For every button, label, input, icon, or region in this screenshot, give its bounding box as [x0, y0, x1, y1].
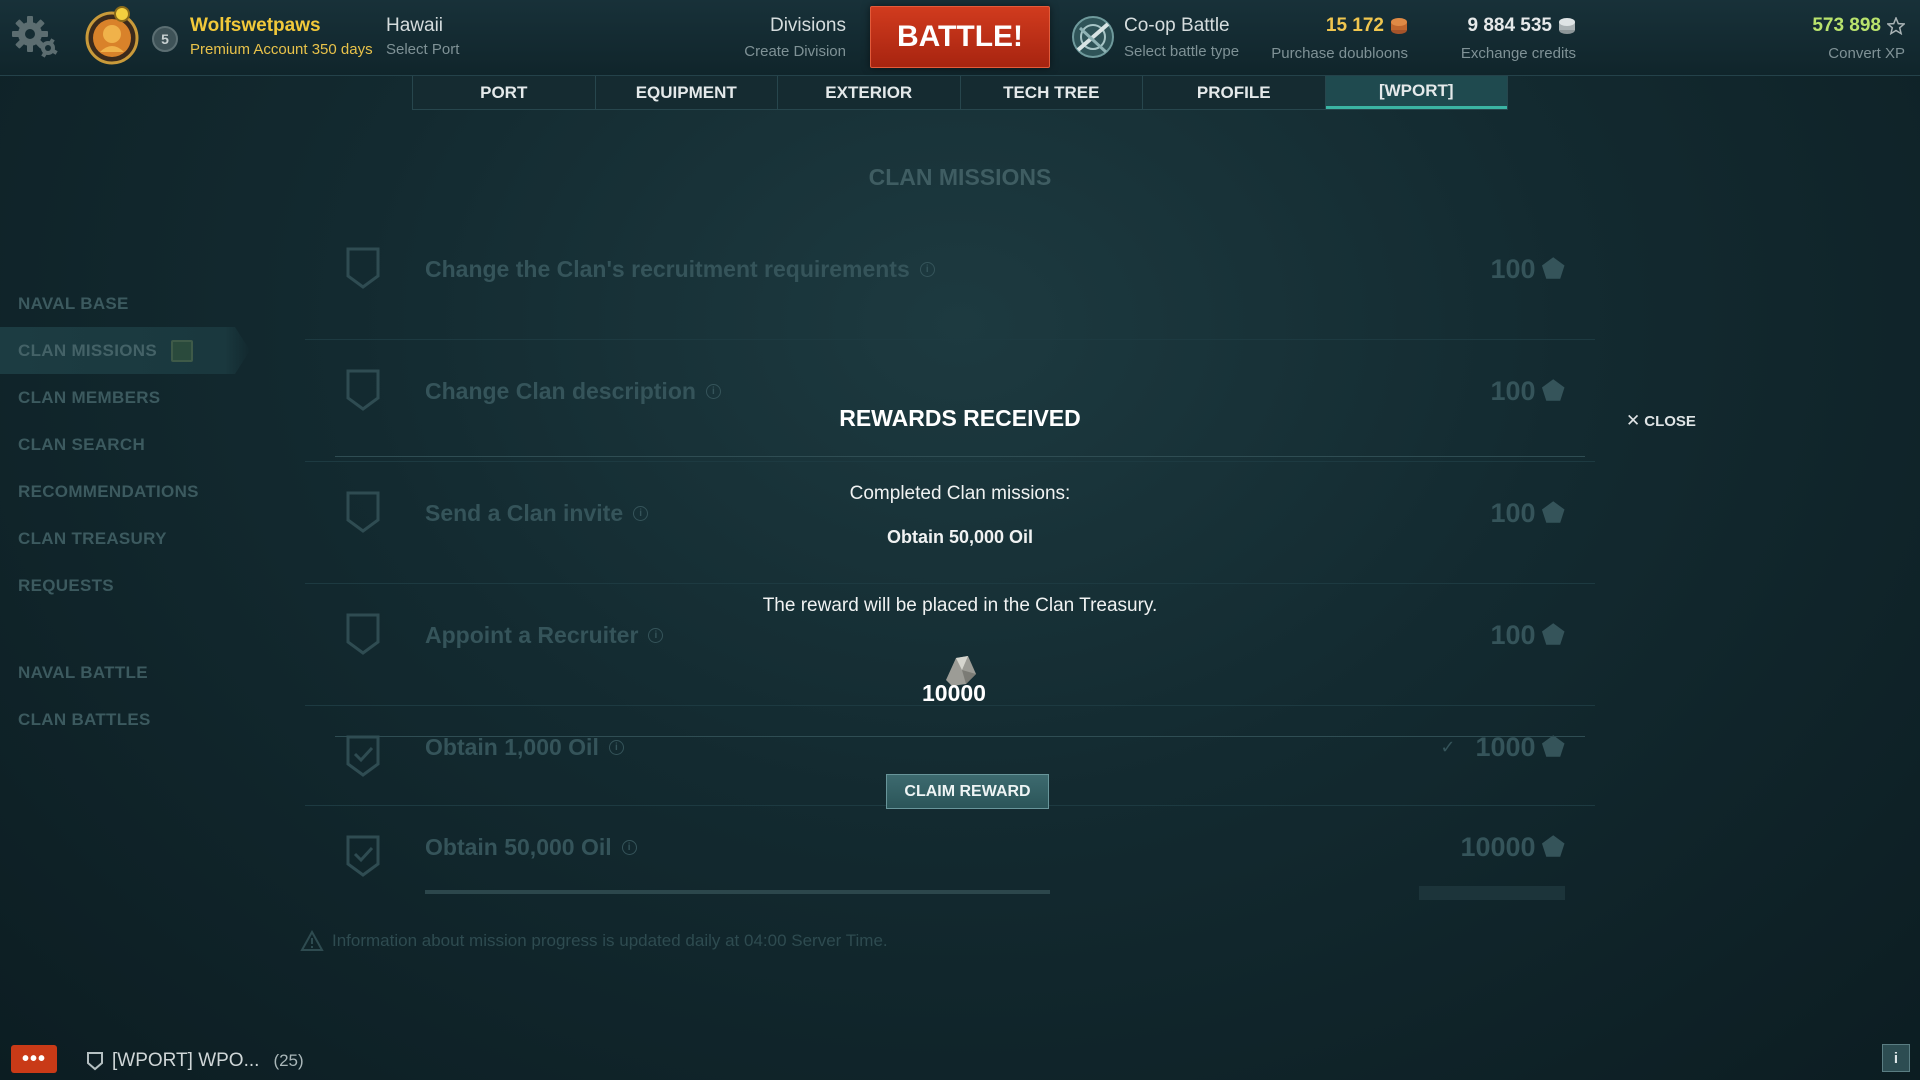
star-icon [1887, 17, 1905, 35]
reward-amount: 10000 [922, 680, 986, 706]
credits-value: 9 884 535 [1467, 15, 1552, 36]
claim-reward-button[interactable]: CLAIM REWARD [886, 774, 1049, 809]
avatar[interactable] [84, 4, 140, 66]
free-xp-label: Convert XP [1828, 45, 1905, 62]
mission-title: Change the Clan's recruitment requiremen… [425, 256, 910, 282]
divisions-button[interactable]: Divisions Create Division [744, 15, 846, 60]
top-bar: 5 Wolfswetpaws Premium Account 350 days … [0, 0, 1920, 76]
completed-mission-name: Obtain 50,000 Oil [886, 527, 1034, 547]
free-xp-balance[interactable]: 573 898 Convert XP [1812, 15, 1905, 62]
sidebar-item-label: CLAN MISSIONS [18, 340, 157, 360]
sidebar-item-label: NAVAL BATTLE [18, 662, 148, 682]
oil-icon: ⬟ [1541, 620, 1565, 650]
credits-icon [1559, 18, 1575, 34]
list-item: Send a Clan invite i 100 ⬟ [305, 462, 1595, 584]
clan-shield-icon [87, 1052, 103, 1071]
doubloons-value: 15 172 [1325, 15, 1384, 36]
tab-exterior[interactable]: EXTERIOR [778, 76, 961, 109]
list-item: Change the Clan's recruitment requiremen… [305, 218, 1595, 340]
sidebar-item-label: REQUESTS [18, 575, 114, 595]
mission-reward: 100 [1490, 254, 1536, 284]
tab-tech-tree[interactable]: TECH TREE [961, 76, 1143, 109]
shield-check-icon [346, 835, 380, 877]
close-button[interactable]: ✕ CLOSE [1626, 411, 1696, 431]
info-icon[interactable]: i [633, 506, 649, 521]
list-item: Obtain 50,000 Oil i 10000 ⬟ [305, 806, 1595, 906]
user-name[interactable]: Wolfswetpaws [190, 15, 321, 37]
clan-sidebar: NAVAL BASE CLAN MISSIONS CLAN MEMBERS CL… [0, 280, 250, 743]
tab-equipment[interactable]: EQUIPMENT [596, 76, 778, 109]
port-selector[interactable]: Hawaii [386, 15, 443, 37]
sidebar-item-label: CLAN SEARCH [18, 434, 146, 454]
mission-reward: 100 [1490, 376, 1536, 406]
progress-update-note: Information about mission progress is up… [300, 930, 888, 952]
main-tabs: PORT EQUIPMENT EXTERIOR TECH TREE PROFIL… [412, 76, 1508, 110]
chat-button[interactable]: ••• [11, 1045, 57, 1073]
completed-missions-label: Completed Clan missions: [849, 483, 1071, 504]
close-icon: ✕ [1626, 411, 1641, 430]
gear-icon[interactable] [10, 14, 62, 60]
shield-icon [346, 247, 380, 289]
clan-chat-count: (25) [273, 1051, 304, 1070]
tab-port[interactable]: PORT [413, 76, 596, 109]
battle-type-selector[interactable]: Co-op Battle Select battle type [1124, 15, 1239, 60]
info-icon[interactable]: i [648, 628, 664, 643]
tab-profile[interactable]: PROFILE [1143, 76, 1326, 109]
tab-clan[interactable]: [WPORT] [1325, 76, 1507, 109]
mission-title: Obtain 50,000 Oil [425, 834, 612, 860]
credits-balance[interactable]: 9 884 535 Exchange credits [1461, 15, 1576, 62]
battle-button[interactable]: BATTLE! [870, 6, 1050, 68]
sidebar-item-naval-base[interactable]: NAVAL BASE [0, 280, 250, 327]
sidebar-item-naval-battle[interactable]: NAVAL BATTLE [0, 649, 250, 696]
clan-chat-name: [WPORT] WPO... [112, 1050, 260, 1071]
divisions-sub: Create Division [744, 43, 846, 60]
shield-check-icon [346, 735, 380, 777]
coop-battle-icon[interactable] [1070, 14, 1116, 60]
warning-icon [300, 930, 324, 951]
footer-note-text: Information about mission progress is up… [332, 931, 888, 950]
mission-title: Change Clan description [425, 378, 696, 404]
treasury-note: The reward will be placed in the Clan Tr… [762, 595, 1158, 616]
oil-icon: ⬟ [1541, 832, 1565, 862]
rank-badge: 5 [152, 26, 178, 52]
premium-status[interactable]: Premium Account 350 days [190, 41, 373, 58]
divisions-title: Divisions [769, 15, 846, 36]
info-button[interactable]: i [1882, 1044, 1910, 1072]
mission-title: Obtain 1,000 Oil [425, 734, 599, 760]
clan-chat-channel[interactable]: [WPORT] WPO... (25) [86, 1050, 304, 1072]
oil-icon: ⬟ [1541, 376, 1565, 406]
mission-complete-badge [170, 339, 193, 362]
dialog-top-divider [335, 456, 1585, 457]
battle-type-title: Co-op Battle [1124, 15, 1230, 36]
page-title: CLAN MISSIONS [868, 164, 1052, 190]
sidebar-item-label: CLAN BATTLES [18, 709, 151, 729]
close-label: CLOSE [1644, 412, 1696, 430]
mission-reward: 100 [1490, 620, 1536, 650]
checkmark-icon: ✓ [1440, 737, 1456, 757]
doubloon-icon [1391, 18, 1407, 34]
sidebar-item-clan-missions[interactable]: CLAN MISSIONS [0, 327, 250, 374]
info-icon[interactable]: i [919, 262, 935, 277]
free-xp-value: 573 898 [1812, 15, 1881, 36]
sidebar-item-clan-battles[interactable]: CLAN BATTLES [0, 696, 250, 743]
port-selector-sub[interactable]: Select Port [386, 41, 459, 58]
info-icon[interactable]: i [608, 740, 624, 755]
sidebar-item-label: NAVAL BASE [18, 293, 129, 313]
mission-title: Appoint a Recruiter [425, 622, 639, 648]
dialog-bottom-divider [335, 736, 1585, 737]
oil-icon: ⬟ [1541, 254, 1565, 284]
info-icon[interactable]: i [621, 840, 637, 855]
info-icon[interactable]: i [705, 384, 721, 399]
credits-label: Exchange credits [1460, 45, 1576, 62]
doubloons-balance[interactable]: 15 172 Purchase doubloons [1271, 15, 1408, 62]
shield-icon [346, 613, 380, 655]
mission-claim-button[interactable] [1419, 886, 1565, 900]
battle-type-sub: Select battle type [1124, 43, 1240, 60]
mission-reward: 10000 [1460, 832, 1536, 862]
list-item: Change Clan description i 100 ⬟ [305, 340, 1595, 462]
doubloons-label: Purchase doubloons [1271, 45, 1408, 62]
mission-progress-bar [425, 890, 1050, 894]
